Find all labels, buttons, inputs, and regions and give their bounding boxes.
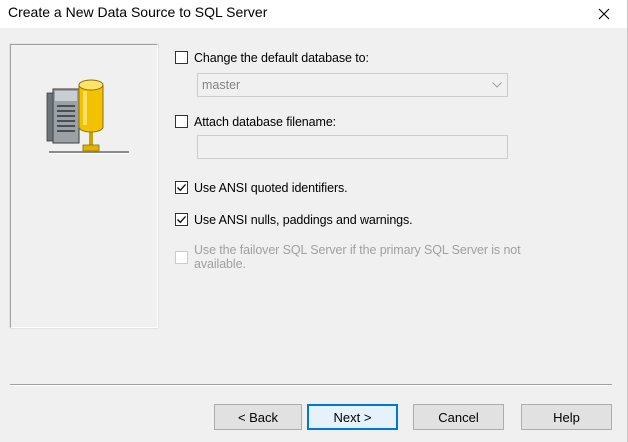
checkmark-icon (177, 184, 186, 192)
failover-option: Use the failover SQL Server if the prima… (175, 243, 574, 271)
back-button[interactable]: < Back (214, 404, 302, 430)
close-button[interactable] (581, 0, 627, 28)
button-separator (10, 384, 612, 386)
database-server-icon (46, 79, 129, 154)
next-button[interactable]: Next > (307, 404, 398, 430)
ansi-quoted-checkbox[interactable] (175, 181, 188, 194)
ansi-quoted-label: Use ANSI quoted identifiers. (194, 181, 348, 195)
ansi-nulls-label: Use ANSI nulls, paddings and warnings. (194, 213, 413, 227)
default-database-combo[interactable]: master (197, 73, 508, 97)
help-button[interactable]: Help (521, 404, 612, 430)
close-icon (598, 8, 610, 20)
failover-checkbox (175, 251, 188, 264)
failover-label: Use the failover SQL Server if the prima… (194, 243, 521, 271)
default-database-value: master (202, 78, 241, 92)
ansi-nulls-checkbox[interactable] (175, 213, 188, 226)
change-database-option[interactable]: Change the default database to: (175, 50, 369, 66)
change-database-label: Change the default database to: (194, 51, 369, 65)
change-database-checkbox[interactable] (175, 51, 188, 64)
ansi-nulls-option[interactable]: Use ANSI nulls, paddings and warnings. (175, 212, 413, 228)
cancel-button[interactable]: Cancel (413, 404, 504, 430)
dialog-window: Create a New Data Source to SQL Server C… (0, 0, 628, 442)
attach-database-checkbox[interactable] (175, 115, 188, 128)
checkmark-icon (177, 216, 186, 224)
illustration-panel (9, 43, 159, 329)
ansi-quoted-option[interactable]: Use ANSI quoted identifiers. (175, 180, 348, 196)
combo-dropdown-button[interactable] (487, 74, 507, 96)
attach-database-label: Attach database filename: (194, 115, 337, 129)
chevron-down-icon (492, 82, 502, 88)
database-filename-input[interactable] (197, 135, 508, 159)
title-bar: Create a New Data Source to SQL Server (0, 0, 627, 28)
attach-database-option[interactable]: Attach database filename: (175, 114, 336, 130)
window-title: Create a New Data Source to SQL Server (8, 4, 268, 20)
